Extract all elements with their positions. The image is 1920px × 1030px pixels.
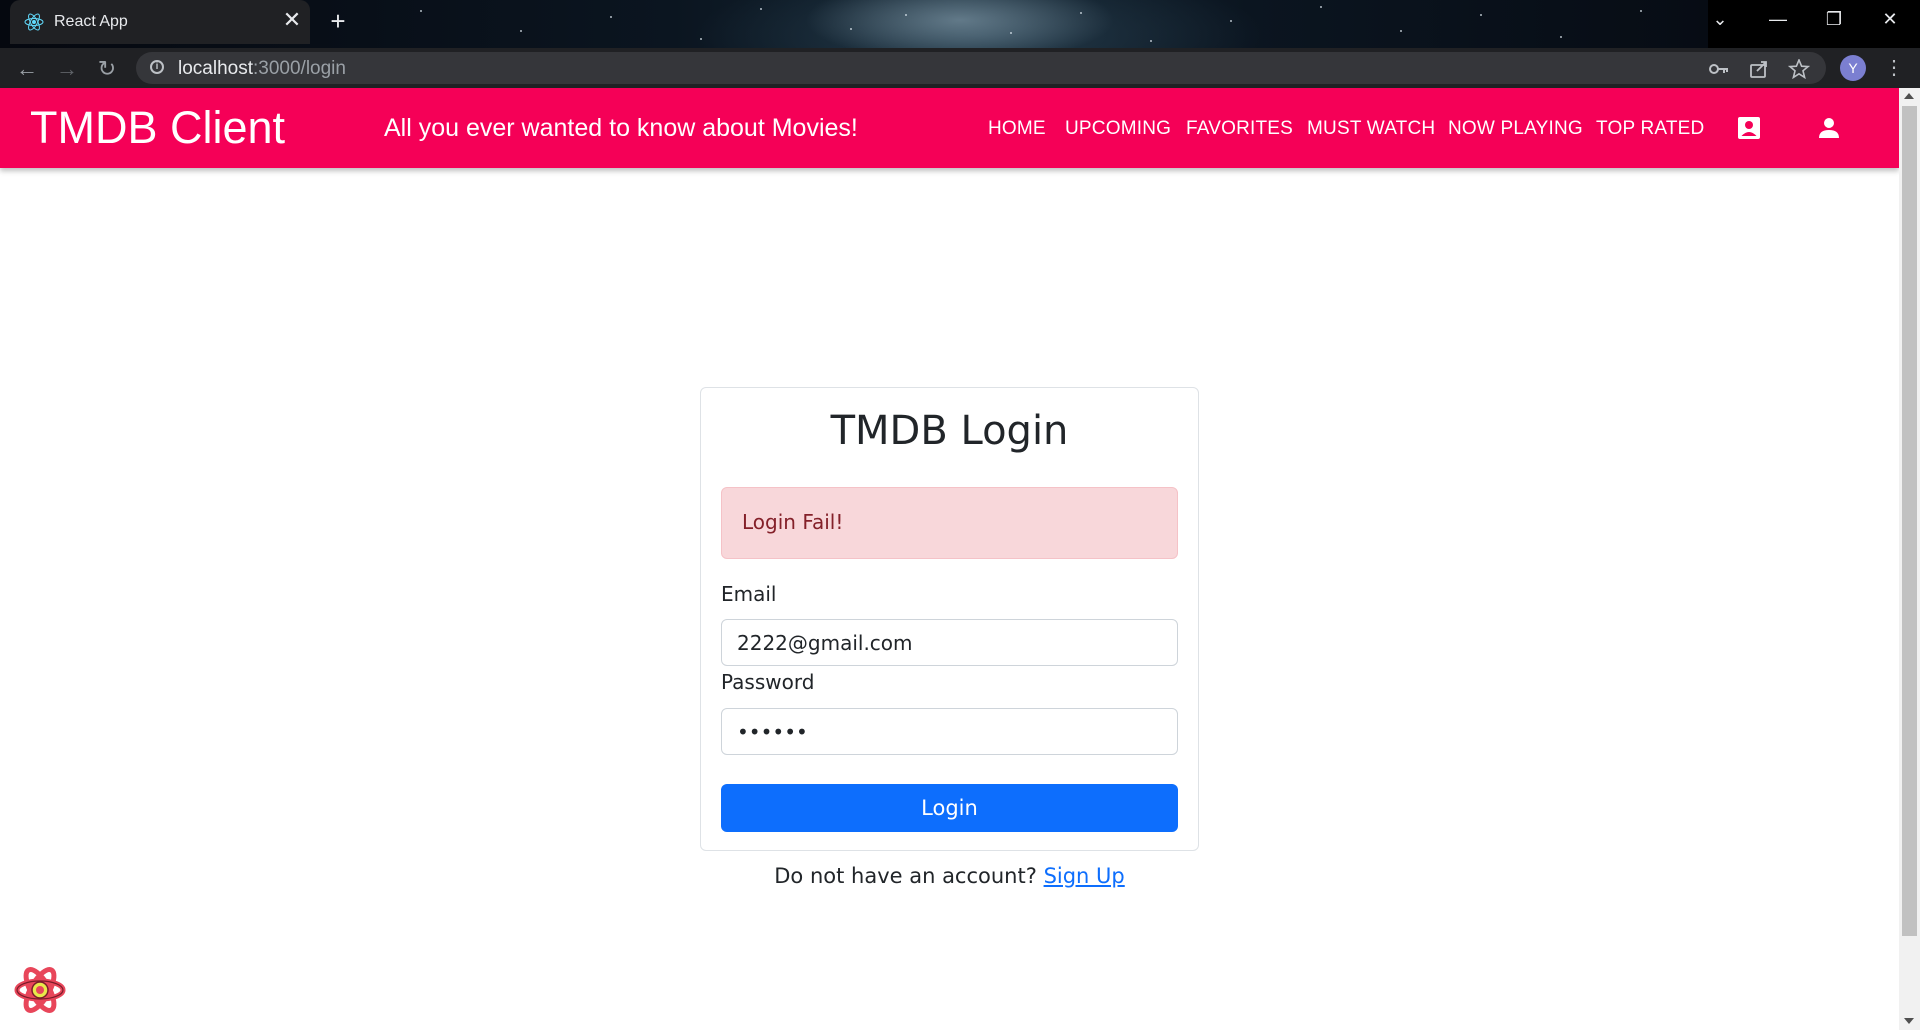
- signup-prompt: Do not have an account? Sign Up: [700, 864, 1199, 888]
- minimize-button[interactable]: —: [1750, 0, 1806, 40]
- password-field[interactable]: ••••••: [721, 708, 1178, 755]
- profile-avatar[interactable]: Y: [1840, 55, 1866, 81]
- email-label: Email: [721, 582, 777, 606]
- share-icon[interactable]: [1748, 59, 1770, 79]
- star-icon[interactable]: [1788, 59, 1810, 79]
- brand-title: TMDB Client: [30, 102, 286, 153]
- nav-now-playing[interactable]: NOW PLAYING: [1448, 118, 1583, 140]
- app-header: TMDB Client All you ever wanted to know …: [0, 88, 1899, 168]
- login-error-alert: Login Fail!: [721, 487, 1178, 559]
- tab-search-icon[interactable]: ⌄: [1692, 0, 1748, 40]
- scroll-up-arrow[interactable]: [1904, 93, 1914, 99]
- restore-button[interactable]: ❐: [1806, 0, 1862, 40]
- page-scrollbar[interactable]: [1899, 88, 1920, 1030]
- address-bar[interactable]: i localhost:3000/login: [136, 52, 1826, 84]
- nav-favorites[interactable]: FAVORITES: [1186, 118, 1293, 140]
- react-devtools-icon[interactable]: [14, 964, 66, 1016]
- tagline: All you ever wanted to know about Movies…: [384, 114, 858, 142]
- nav-must-watch[interactable]: MUST WATCH: [1307, 118, 1435, 140]
- new-tab-button[interactable]: +: [324, 8, 352, 36]
- person-icon[interactable]: [1815, 114, 1843, 142]
- scroll-down-arrow[interactable]: [1904, 1018, 1914, 1024]
- password-label: Password: [721, 670, 815, 694]
- login-title: TMDB Login: [830, 408, 1069, 454]
- nav-top-rated[interactable]: TOP RATED: [1596, 118, 1704, 140]
- email-field[interactable]: 2222@gmail.com: [721, 619, 1178, 666]
- login-card: TMDB Login Login Fail! Email 2222@gmail.…: [700, 387, 1199, 851]
- browser-menu-icon[interactable]: ⋮: [1884, 56, 1904, 80]
- login-button[interactable]: Login: [721, 784, 1178, 832]
- tab-close-icon[interactable]: ✕: [280, 8, 304, 32]
- url-path: :3000/login: [253, 58, 346, 79]
- contact-card-icon[interactable]: [1735, 114, 1763, 142]
- tab-title: React App: [54, 13, 128, 30]
- nav-upcoming[interactable]: UPCOMING: [1065, 118, 1171, 140]
- close-window-button[interactable]: ✕: [1862, 0, 1918, 40]
- no-account-text: Do not have an account?: [774, 864, 1037, 888]
- signup-link[interactable]: Sign Up: [1044, 864, 1125, 888]
- url-text[interactable]: localhost:3000/login: [178, 58, 346, 80]
- scroll-thumb[interactable]: [1902, 106, 1917, 936]
- nav-home[interactable]: HOME: [988, 118, 1046, 140]
- url-host: localhost: [178, 58, 253, 79]
- back-button[interactable]: ←: [14, 56, 40, 82]
- forward-button[interactable]: →: [54, 56, 80, 82]
- info-icon[interactable]: i: [150, 60, 164, 74]
- reload-button[interactable]: ↻: [94, 56, 120, 82]
- react-icon: [24, 13, 44, 31]
- browser-title-bar: React App ✕ + ⌄ — ❐ ✕: [0, 0, 1920, 48]
- key-icon[interactable]: [1708, 59, 1730, 79]
- browser-toolbar: ← → ↻ i localhost:3000/login Y ⋮: [0, 48, 1920, 88]
- browser-tab[interactable]: React App ✕: [10, 0, 310, 44]
